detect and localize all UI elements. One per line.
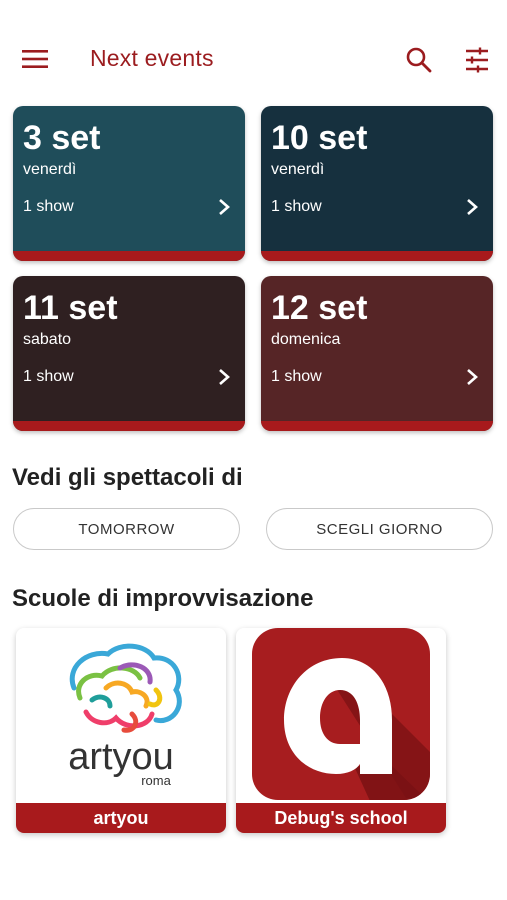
tomorrow-button[interactable]: TOMORROW bbox=[13, 508, 240, 550]
debugs-school-logo bbox=[252, 628, 430, 800]
artyou-logo: artyou roma bbox=[68, 643, 182, 788]
chevron-right-icon bbox=[467, 199, 478, 215]
event-card-sep-11[interactable]: 11 set sabato 1 show bbox=[13, 276, 245, 431]
chevron-right-icon bbox=[219, 369, 230, 385]
school-card-debugs[interactable]: Debug's school bbox=[236, 628, 446, 833]
school-card-artyou[interactable]: artyou roma artyou bbox=[16, 628, 226, 833]
search-icon[interactable] bbox=[405, 46, 433, 74]
card-accent-band bbox=[13, 421, 245, 431]
artyou-logo-subtext: roma bbox=[141, 773, 171, 788]
menu-icon[interactable] bbox=[22, 49, 48, 69]
event-day: domenica bbox=[271, 331, 341, 348]
top-app-bar: Next events bbox=[0, 0, 507, 120]
schools-heading: Scuole di improvvisazione bbox=[12, 585, 314, 612]
chevron-right-icon bbox=[467, 369, 478, 385]
event-day: venerdì bbox=[23, 161, 77, 178]
event-show-count: 1 show bbox=[271, 368, 322, 385]
shows-filter-heading: Vedi gli spettacoli di bbox=[12, 464, 243, 491]
card-accent-band bbox=[261, 251, 493, 261]
event-card-sep-12[interactable]: 12 set domenica 1 show bbox=[261, 276, 493, 431]
event-show-count: 1 show bbox=[23, 368, 74, 385]
event-card-sep-10[interactable]: 10 set venerdì 1 show bbox=[261, 106, 493, 261]
school-name: artyou bbox=[16, 803, 226, 833]
event-date: 12 set bbox=[271, 289, 368, 327]
card-accent-band bbox=[261, 421, 493, 431]
event-day: sabato bbox=[23, 331, 72, 348]
school-name: Debug's school bbox=[236, 803, 446, 833]
event-card-sep-3[interactable]: 3 set venerdì 1 show bbox=[13, 106, 245, 261]
page-title: Next events bbox=[90, 45, 214, 71]
artyou-logo-text: artyou bbox=[68, 736, 174, 778]
card-accent-band bbox=[13, 251, 245, 261]
event-date: 3 set bbox=[23, 119, 101, 157]
choose-day-button[interactable]: SCEGLI GIORNO bbox=[266, 508, 493, 550]
event-date: 11 set bbox=[23, 289, 118, 327]
event-date: 10 set bbox=[271, 119, 368, 157]
filter-icon[interactable] bbox=[463, 46, 491, 74]
event-show-count: 1 show bbox=[271, 198, 322, 215]
event-show-count: 1 show bbox=[23, 198, 74, 215]
event-day: venerdì bbox=[271, 161, 325, 178]
chevron-right-icon bbox=[219, 199, 230, 215]
